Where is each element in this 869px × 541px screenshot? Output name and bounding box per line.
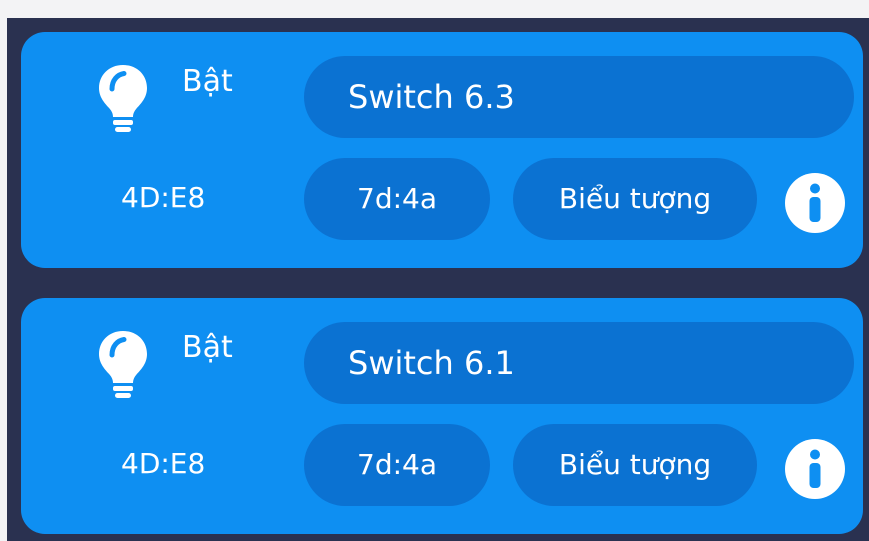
device-code-button[interactable]: 7d:4a: [304, 424, 490, 506]
device-mac: 4D:E8: [121, 447, 206, 480]
icon-select-button[interactable]: Biểu tượng: [513, 424, 757, 506]
icon-select-button[interactable]: Biểu tượng: [513, 158, 757, 240]
lightbulb-icon[interactable]: [96, 328, 150, 400]
device-mac: 4D:E8: [121, 181, 206, 214]
device-card: Bật 4D:E8 Switch 6.1 7d:4a Biểu tượng: [21, 298, 863, 534]
device-card: Bật 4D:E8 Switch 6.3 7d:4a Biểu tượng: [21, 32, 863, 268]
lightbulb-icon[interactable]: [96, 62, 150, 134]
info-icon[interactable]: [784, 172, 846, 234]
info-icon[interactable]: [784, 438, 846, 500]
device-name-button[interactable]: Switch 6.1: [304, 322, 854, 404]
device-name-button[interactable]: Switch 6.3: [304, 56, 854, 138]
device-status: Bật: [182, 330, 233, 365]
device-list: Bật 4D:E8 Switch 6.3 7d:4a Biểu tượng Bậ…: [7, 18, 869, 541]
device-status: Bật: [182, 64, 233, 99]
device-code-button[interactable]: 7d:4a: [304, 158, 490, 240]
